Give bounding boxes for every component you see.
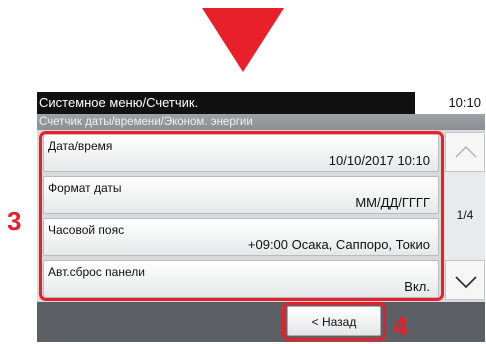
scroll-up-button[interactable] (445, 132, 485, 172)
page-indicator: 1/4 (456, 208, 474, 222)
page-title: Системное меню/Счетчик. (37, 92, 415, 114)
breadcrumb: Счетчик даты/времени/Эконом. энергии (37, 114, 485, 130)
title-bar: Системное меню/Счетчик. 10:10 (37, 92, 485, 114)
clock: 10:10 (448, 95, 481, 110)
scroll-down-button[interactable] (445, 260, 485, 300)
list-highlight-frame (39, 131, 444, 301)
callout-3: 3 (7, 206, 22, 236)
chevron-down-icon (455, 276, 477, 289)
back-highlight-frame (282, 302, 386, 341)
footer-bar: < Назад (37, 302, 485, 342)
down-arrow-icon (202, 8, 284, 72)
chevron-up-icon (455, 145, 477, 158)
callout-4: 4 (393, 311, 408, 341)
device-screen: Системное меню/Счетчик. 10:10 Счетчик да… (37, 92, 485, 342)
scroll-panel: 1/4 (445, 132, 485, 300)
